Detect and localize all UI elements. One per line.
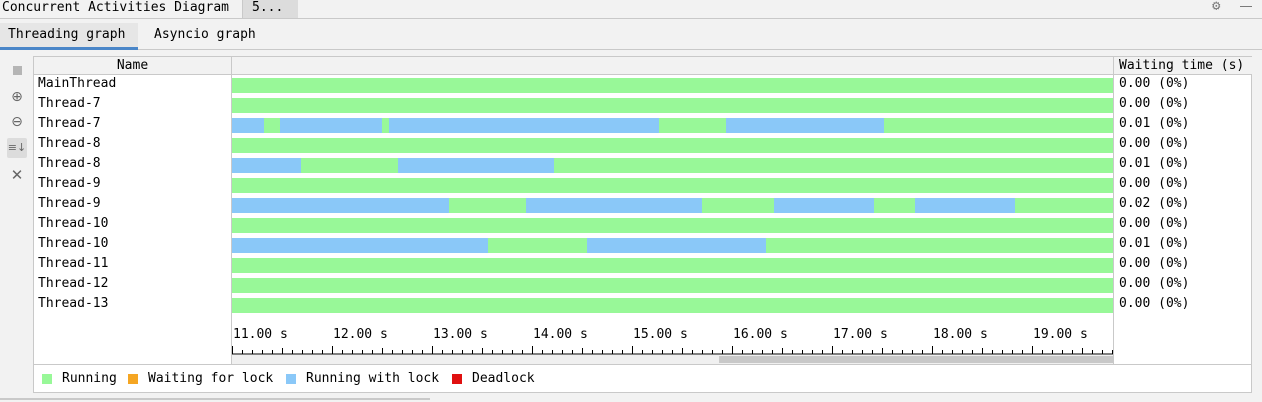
waiting-time-value: 0.01 (0%) <box>1119 116 1190 131</box>
legend-label: Running with lock <box>306 371 440 386</box>
thread-name: Thread-13 <box>38 296 109 311</box>
legend-label: Deadlock <box>472 371 535 386</box>
legend-swatch <box>42 374 52 384</box>
activity-bar-running[interactable] <box>766 238 1113 253</box>
zoom-in-icon[interactable]: ⊕ <box>7 87 27 107</box>
time-tick-label: 13.00 s <box>433 327 488 342</box>
activity-bar-running[interactable] <box>232 298 1113 313</box>
thread-name: Thread-10 <box>38 216 109 231</box>
minimize-icon[interactable] <box>1240 6 1252 7</box>
activity-bar-running[interactable] <box>1015 198 1113 213</box>
thread-name: MainThread <box>38 76 117 91</box>
tab-asyncio-graph[interactable]: Asyncio graph <box>154 23 256 50</box>
legend-swatch <box>286 374 296 384</box>
thread-name: Thread-9 <box>38 196 101 211</box>
activity-bar-running[interactable] <box>264 118 280 133</box>
waiting-time-value: 0.00 (0%) <box>1119 296 1190 311</box>
activity-graph[interactable]: 11.00 s 12.00 s 13.00 s 14.00 s 15.00 s 16.00… <box>232 57 1113 364</box>
waiting-time-value: 0.00 (0%) <box>1119 216 1190 231</box>
thread-name: Thread-11 <box>38 256 109 271</box>
thread-name: Thread-7 <box>38 116 101 131</box>
thread-name: Thread-12 <box>38 276 109 291</box>
legend-swatch <box>128 374 138 384</box>
activity-bar-running-with-lock[interactable] <box>232 198 449 213</box>
horizontal-scrollbar-thumb[interactable] <box>719 356 1113 363</box>
diagram-toolbar: ⊕ ⊖ ≡↓ ✕ <box>0 51 33 402</box>
activity-bar-running[interactable] <box>232 278 1113 293</box>
time-tick-label: 11.00 s <box>233 327 288 342</box>
activity-bar-running[interactable] <box>232 138 1113 153</box>
stop-icon[interactable] <box>7 61 27 81</box>
waiting-time-value: 0.02 (0%) <box>1119 196 1190 211</box>
waiting-time-column-header[interactable]: Waiting time (s) <box>1114 57 1252 75</box>
activity-bar-running[interactable] <box>232 98 1113 113</box>
tool-window-tab[interactable]: 5... <box>242 0 298 18</box>
activity-bar-running-with-lock[interactable] <box>232 238 488 253</box>
close-icon[interactable]: ✕ <box>7 165 27 185</box>
diagram-panel: Name MainThread Thread-7 Thread-7 Thread-8 T… <box>33 56 1252 393</box>
thread-name: Thread-8 <box>38 136 101 151</box>
waiting-time-value: 0.00 (0%) <box>1119 136 1190 151</box>
activity-bar-running-with-lock[interactable] <box>526 198 702 213</box>
activity-bar-running[interactable] <box>659 118 726 133</box>
tab-threading-graph[interactable]: Threading graph <box>0 23 138 50</box>
waiting-time-column: Waiting time (s) 0.00 (0%) 0.00 (0%) 0.01 … <box>1113 57 1252 364</box>
activity-bar-running[interactable] <box>232 78 1113 93</box>
activity-bar-running-with-lock[interactable] <box>774 198 874 213</box>
graph-tabs: Threading graph Asyncio graph <box>0 19 1262 50</box>
waiting-time-value: 0.00 (0%) <box>1119 176 1190 191</box>
waiting-time-value: 0.01 (0%) <box>1119 236 1190 251</box>
thread-name: Thread-9 <box>38 176 101 191</box>
waiting-time-value: 0.00 (0%) <box>1119 256 1190 271</box>
zoom-out-icon[interactable]: ⊖ <box>7 112 27 132</box>
activity-bar-running[interactable] <box>554 158 1113 173</box>
activity-bar-running-with-lock[interactable] <box>587 238 766 253</box>
activity-bar-running-with-lock[interactable] <box>915 198 1015 213</box>
time-tick-label: 19.00 s <box>1033 327 1088 342</box>
activity-bar-running[interactable] <box>874 198 915 213</box>
thread-name-column: Name MainThread Thread-7 Thread-7 Thread-8 T… <box>34 57 232 364</box>
activity-bar-running[interactable] <box>232 218 1113 233</box>
legend-swatch <box>452 374 462 384</box>
bottom-divider <box>0 398 430 400</box>
gear-icon[interactable]: ⚙ <box>1212 0 1226 14</box>
activity-bar-running[interactable] <box>449 198 526 213</box>
activity-bar-running-with-lock[interactable] <box>398 158 554 173</box>
time-tick-label: 17.00 s <box>833 327 888 342</box>
tool-window-header: Concurrent Activities Diagram 5... ⚙ <box>0 0 1262 19</box>
activity-bar-running[interactable] <box>702 198 774 213</box>
activity-bar-running[interactable] <box>382 118 389 133</box>
time-tick-label: 18.00 s <box>933 327 988 342</box>
activity-bar-running-with-lock[interactable] <box>726 118 884 133</box>
name-column-header[interactable]: Name <box>34 57 231 75</box>
time-tick-label: 15.00 s <box>633 327 688 342</box>
scroll-to-end-icon[interactable]: ≡↓ <box>7 138 27 158</box>
tool-window-title: Concurrent Activities Diagram <box>2 0 229 15</box>
waiting-time-value: 0.00 (0%) <box>1119 96 1190 111</box>
time-tick-label: 16.00 s <box>733 327 788 342</box>
activity-bar-running-with-lock[interactable] <box>389 118 659 133</box>
activity-bar-running[interactable] <box>301 158 398 173</box>
waiting-time-value: 0.00 (0%) <box>1119 276 1190 291</box>
activity-bar-running[interactable] <box>232 178 1113 193</box>
thread-name: Thread-8 <box>38 156 101 171</box>
activity-bar-running-with-lock[interactable] <box>232 118 264 133</box>
activity-bar-running[interactable] <box>884 118 1113 133</box>
legend: Running Waiting for lock Running with lock… <box>34 364 1251 392</box>
activity-bar-running-with-lock[interactable] <box>232 158 301 173</box>
legend-label: Running <box>62 371 117 386</box>
waiting-time-value: 0.01 (0%) <box>1119 156 1190 171</box>
legend-label: Waiting for lock <box>148 371 274 386</box>
waiting-time-value: 0.00 (0%) <box>1119 76 1190 91</box>
time-tick-label: 12.00 s <box>333 327 388 342</box>
thread-name: Thread-7 <box>38 96 101 111</box>
activity-bar-running[interactable] <box>488 238 587 253</box>
activity-graph-canvas[interactable]: 11.00 s 12.00 s 13.00 s 14.00 s 15.00 s 16.00… <box>232 57 1113 364</box>
activity-bar-running-with-lock[interactable] <box>280 118 382 133</box>
thread-name: Thread-10 <box>38 236 109 251</box>
activity-bar-running[interactable] <box>232 258 1113 273</box>
time-tick-label: 14.00 s <box>533 327 588 342</box>
